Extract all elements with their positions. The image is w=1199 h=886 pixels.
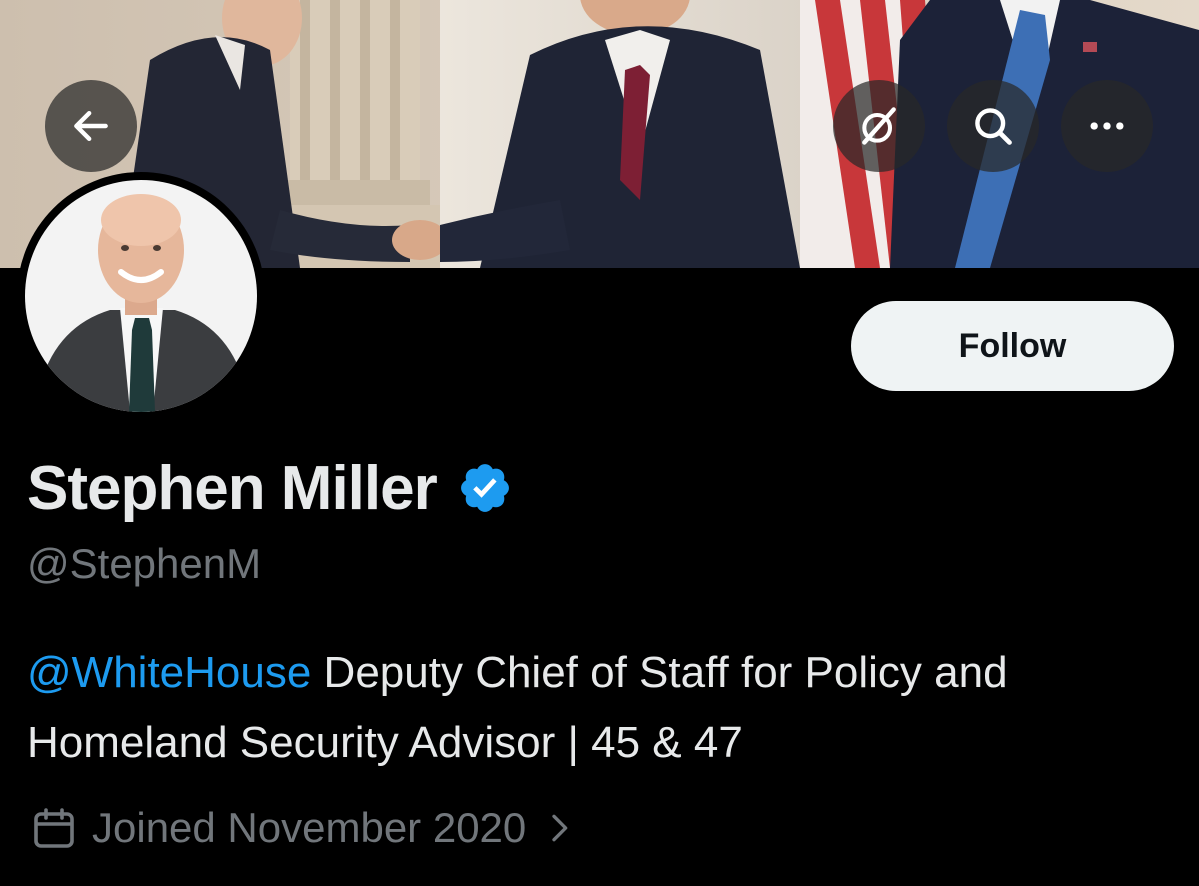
more-horizontal-icon [1090,122,1124,130]
back-button[interactable] [45,80,137,172]
search-button[interactable] [947,80,1039,172]
search-icon [975,108,1012,145]
calendar-icon [30,804,78,852]
verified-badge-icon[interactable] [457,460,513,516]
joined-date-row[interactable]: Joined November 2020 [30,798,574,858]
more-options-button[interactable] [1061,80,1153,172]
joined-date-text: Joined November 2020 [92,804,527,851]
display-name: Stephen Miller [27,453,438,523]
user-handle: @StephenM [27,540,262,587]
arrow-left-icon [74,110,108,142]
avatar-image [25,180,257,412]
follow-button[interactable]: Follow [851,301,1174,391]
grok-icon [862,107,896,145]
profile-avatar[interactable] [17,172,265,420]
chevron-right-icon [544,808,574,848]
grok-button[interactable] [833,80,925,172]
name-row: Stephen Miller [27,448,513,528]
bio-mention-link[interactable]: @WhiteHouse [27,648,311,697]
profile-bio: @WhiteHouse Deputy Chief of Staff for Po… [27,638,1177,778]
